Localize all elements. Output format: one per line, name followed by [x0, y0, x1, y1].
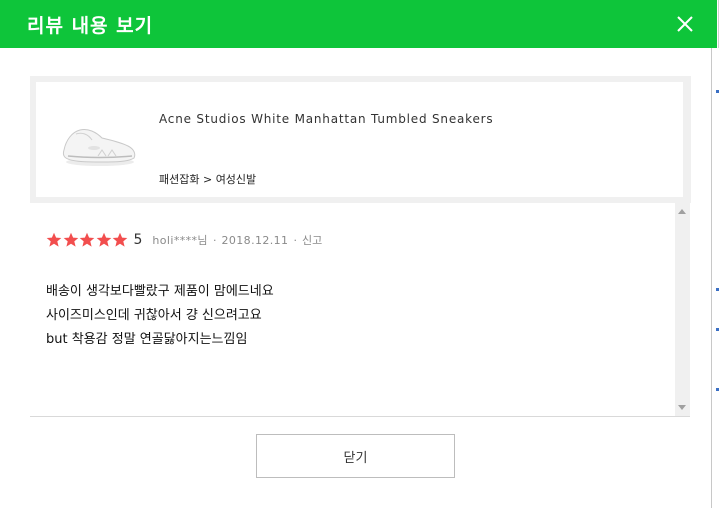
- product-card: Acne Studios White Manhattan Tumbled Sne…: [30, 76, 691, 203]
- review-line: but 착용감 정말 연골닳아지는느낌임: [46, 332, 248, 347]
- star-icon: [46, 232, 62, 247]
- report-link[interactable]: 신고: [302, 232, 322, 248]
- review-line: 배송이 생각보다빨랐구 제품이 맘에드네요: [46, 284, 274, 299]
- close-icon[interactable]: [673, 12, 697, 36]
- review-author: holi****님: [152, 234, 208, 247]
- star-rating: [46, 232, 129, 248]
- rating-row: 5 holi****님 · 2018.12.11 · 신고: [46, 231, 322, 249]
- white-sneaker-image: [62, 129, 136, 166]
- star-icon: [112, 232, 128, 247]
- review-scrollbar[interactable]: [675, 203, 690, 416]
- scroll-up-arrow-icon[interactable]: [678, 209, 686, 214]
- star-icon: [96, 232, 111, 247]
- product-card-inner: Acne Studios White Manhattan Tumbled Sne…: [36, 82, 683, 197]
- review-body: 배송이 생각보다빨랐구 제품이 맘에드네요 사이즈미스인데 귀찮아서 걍 신으려…: [46, 280, 646, 352]
- review-line: 사이즈미스인데 귀찮아서 걍 신으려고요: [46, 308, 262, 323]
- rating-score: 5: [133, 232, 143, 248]
- dialog-title: 리뷰 내용 보기: [27, 15, 154, 37]
- dialog-titlebar: 리뷰 내용 보기: [0, 0, 717, 48]
- review-date: 2018.12.11: [221, 233, 289, 247]
- product-name[interactable]: Acne Studios White Manhattan Tumbled Sne…: [159, 112, 493, 126]
- review-dialog: 리뷰 내용 보기 Acne Studios White Manhattan Tu…: [0, 0, 719, 508]
- review-content-area: 5 holi****님 · 2018.12.11 · 신고 배송이 생각보다빨랐…: [30, 203, 675, 416]
- product-category: 패션잡화 > 여성신발: [159, 173, 257, 186]
- scroll-down-arrow-icon[interactable]: [678, 405, 686, 410]
- close-button[interactable]: 닫기: [256, 434, 455, 478]
- star-icon: [79, 232, 95, 247]
- meta-separator: ·: [212, 233, 217, 247]
- meta-separator: ·: [293, 233, 297, 247]
- window-edge: [711, 48, 719, 508]
- footer-divider: [30, 416, 690, 417]
- star-icon: [63, 232, 78, 247]
